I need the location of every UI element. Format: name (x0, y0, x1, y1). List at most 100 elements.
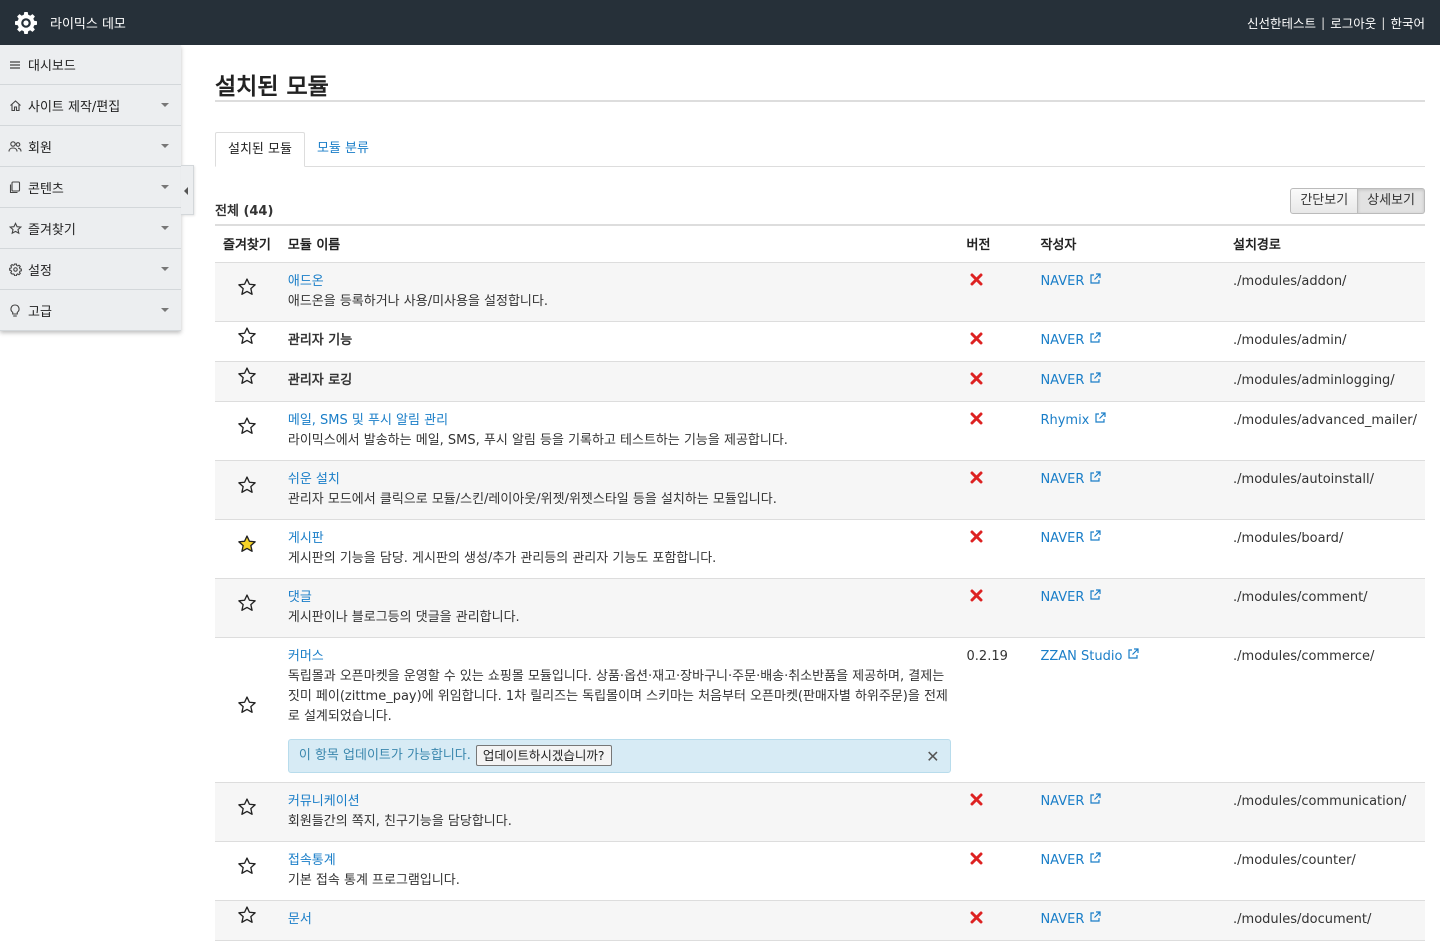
module-name-link[interactable]: 댓글 (288, 590, 312, 605)
install-path: ./modules/counter/ (1233, 852, 1356, 868)
module-name-link[interactable]: 쉬운 설치 (288, 472, 340, 487)
author-name: NAVER (1040, 471, 1085, 487)
module-name: 관리자 로깅 (287, 372, 353, 388)
language-link[interactable]: 한국어 (1390, 13, 1425, 32)
module-name-link[interactable]: 접속통계 (288, 853, 336, 868)
chevron-down-icon (161, 103, 169, 107)
sidebar-item-favorites[interactable]: 즐겨찾기 (0, 208, 181, 249)
sidebar-item-site[interactable]: 사이트 제작/편집 (0, 85, 181, 126)
sidebar-item-dashboard[interactable]: 대시보드 (0, 45, 181, 85)
module-name-link[interactable]: 메일, SMS 및 푸시 알림 관리 (288, 413, 448, 428)
table-row: 관리자 로깅 NAVER ./modules/adminlogging/ (215, 361, 1425, 402)
author-name: NAVER (1040, 793, 1085, 809)
error-x-icon (970, 529, 983, 549)
favorite-star-icon[interactable] (237, 535, 257, 552)
author-link[interactable]: ZZAN Studio (1040, 647, 1140, 667)
external-link-icon (1089, 910, 1101, 930)
install-path: ./modules/communication/ (1233, 793, 1407, 809)
table-row: 쉬운 설치 관리자 모드에서 클릭으로 모듈/스킨/레이아웃/위젯/위젯스타일 등… (215, 460, 1425, 520)
update-notice: 이 항목 업데이트가 가능합니다. 업데이트하시겠습니까? ✕ (287, 738, 951, 773)
favorite-star-icon[interactable] (237, 367, 257, 385)
author-link[interactable]: NAVER (1040, 331, 1101, 351)
separator: | (1381, 15, 1386, 30)
author-link[interactable]: NAVER (1040, 371, 1101, 391)
author-link[interactable]: NAVER (1040, 588, 1101, 608)
favorite-star-icon[interactable] (237, 906, 257, 924)
external-link-icon (1127, 647, 1140, 667)
favorite-star-icon[interactable] (237, 696, 257, 713)
error-x-icon (970, 588, 983, 608)
sidebar-item-settings[interactable]: 설정 (0, 249, 181, 290)
chevron-down-icon (161, 185, 169, 189)
author-name: NAVER (1040, 273, 1085, 289)
separator: | (1321, 15, 1326, 30)
author-name: ZZAN Studio (1040, 648, 1123, 664)
author-link[interactable]: NAVER (1040, 910, 1101, 930)
home-icon (8, 98, 22, 112)
author-link[interactable]: NAVER (1040, 529, 1101, 549)
module-rows: 애드온 애드온을 등록하거나 사용/미사용을 설정합니다. NAVER ./modul… (215, 262, 1425, 941)
module-name-link[interactable]: 커뮤니케이션 (288, 794, 360, 809)
error-x-icon (970, 331, 983, 351)
install-path: ./modules/autoinstall/ (1233, 471, 1374, 487)
sidebar-item-advanced[interactable]: 고급 (0, 290, 181, 331)
tab-bar: 설치된 모듈 모듈 분류 (215, 132, 1425, 167)
sidebar-item-label: 콘텐츠 (28, 181, 64, 197)
top-bar: 라이믹스 데모 신선한테스트 | 로그아웃 | 한국어 (0, 0, 1440, 45)
external-link-icon (1089, 470, 1101, 490)
module-name-link[interactable]: 문서 (288, 912, 312, 927)
author-link[interactable]: Rhymix (1040, 411, 1106, 431)
favorite-star-icon[interactable] (237, 417, 257, 434)
update-button[interactable]: 업데이트하시겠습니까? (475, 745, 612, 766)
sidebar-item-members[interactable]: 회원 (0, 126, 181, 167)
col-version: 버전 (958, 225, 1033, 263)
author-link[interactable]: NAVER (1040, 851, 1101, 871)
logout-link[interactable]: 로그아웃 (1330, 13, 1376, 32)
install-path: ./modules/addon/ (1233, 273, 1347, 289)
tab-module-categories[interactable]: 모듈 분류 (305, 132, 381, 167)
favorite-star-icon[interactable] (237, 327, 257, 345)
detail-view-button[interactable]: 상세보기 (1358, 188, 1425, 214)
star-icon (8, 221, 22, 235)
sidebar-item-label: 회원 (28, 140, 52, 156)
favorite-star-icon[interactable] (237, 798, 257, 815)
table-row: 게시판 게시판의 기능을 담당. 게시판의 생성/추가 관리등의 관리자 기능도 … (215, 519, 1425, 579)
module-name-link[interactable]: 애드온 (288, 274, 324, 289)
list-icon (8, 58, 22, 72)
error-x-icon (970, 371, 983, 391)
author-name: NAVER (1040, 852, 1085, 868)
table-row: 애드온 애드온을 등록하거나 사용/미사용을 설정합니다. NAVER ./modul… (215, 262, 1425, 322)
simple-view-button[interactable]: 간단보기 (1290, 188, 1359, 214)
sidebar-item-label: 설정 (28, 263, 52, 279)
close-icon[interactable]: ✕ (926, 747, 939, 767)
error-x-icon (970, 411, 983, 431)
chevron-down-icon (161, 144, 169, 148)
col-path: 설치경로 (1225, 225, 1425, 263)
table-row: 관리자 기능 NAVER ./modules/admin/ (215, 321, 1425, 362)
external-link-icon (1094, 411, 1106, 431)
module-name-link[interactable]: 게시판 (288, 531, 324, 546)
install-path: ./modules/board/ (1233, 530, 1344, 546)
view-toggle: 간단보기 상세보기 (1290, 188, 1425, 214)
page-title: 설치된 모듈 (215, 45, 1425, 102)
brand[interactable]: 라이믹스 데모 (14, 11, 126, 35)
favorite-star-icon[interactable] (237, 476, 257, 493)
user-name-link[interactable]: 신선한테스트 (1247, 13, 1316, 32)
module-name: 관리자 기능 (287, 332, 353, 348)
version-value: 0.2.19 (966, 648, 1008, 664)
site-title[interactable]: 라이믹스 데모 (50, 13, 126, 32)
sidebar-collapse-toggle[interactable] (181, 165, 194, 215)
error-x-icon (970, 910, 983, 930)
error-x-icon (970, 272, 983, 292)
author-name: NAVER (1040, 530, 1085, 546)
favorite-star-icon[interactable] (237, 857, 257, 874)
tab-installed-modules[interactable]: 설치된 모듈 (215, 132, 305, 167)
author-link[interactable]: NAVER (1040, 272, 1101, 292)
module-name-link[interactable]: 커머스 (288, 649, 324, 664)
author-link[interactable]: NAVER (1040, 470, 1101, 490)
favorite-star-icon[interactable] (237, 278, 257, 295)
sidebar-item-contents[interactable]: 콘텐츠 (0, 167, 181, 208)
favorite-star-icon[interactable] (237, 594, 257, 611)
author-link[interactable]: NAVER (1040, 792, 1101, 812)
external-link-icon (1089, 588, 1101, 608)
